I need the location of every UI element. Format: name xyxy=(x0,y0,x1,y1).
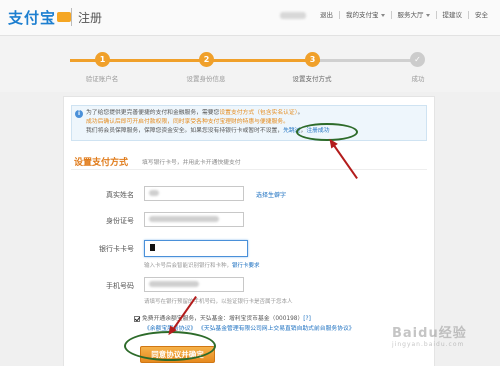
service-hall-label: 服务大厅 xyxy=(397,11,424,19)
progress-steps: 1 2 3 ✓ 验证账户名 设置身份信息 设置支付方式 成功 xyxy=(0,36,500,92)
agreement-checkbox[interactable] xyxy=(134,315,140,322)
top-header: 支付宝 注册 退出 我的支付宝 服务大厅 提建议 安全 xyxy=(0,0,500,36)
step-line-pending xyxy=(320,59,420,62)
step-2-label: 设置身份信息 xyxy=(186,75,226,83)
notice-line-1: 为了给您提供更完善便捷的支付和金融服务，需要您设置支付方式（包含实名认证）。 xyxy=(86,109,420,118)
phone-input[interactable] xyxy=(144,277,244,292)
notice-text-3: 我们将会员保障服务，保障您资金安全。如果您没有持银行卡或暂时不设置， xyxy=(86,128,284,134)
step-3-dot: 3 xyxy=(305,52,320,67)
agreement-row: 免费开通余额宝服务，天弘基金：增利宝货币基金（000198）[?] xyxy=(134,313,311,322)
username-blurred xyxy=(280,11,306,19)
logo-mark-icon xyxy=(57,12,72,22)
blurred-value xyxy=(149,281,199,287)
id-number-input[interactable] xyxy=(144,212,244,227)
info-icon: i xyxy=(75,110,83,118)
card-number-label: 银行卡卡号 xyxy=(99,245,134,253)
step-2-dot: 2 xyxy=(199,52,214,67)
id-number-label: 身份证号 xyxy=(106,217,134,225)
logo-text: 支付宝 xyxy=(8,8,57,27)
section-title: 设置支付方式 xyxy=(74,158,129,168)
step-1-dot: 1 xyxy=(95,52,110,67)
card-number-hint: 输入卡号后会智能识别银行和卡种，银行卡要求 xyxy=(144,261,260,269)
notice-line-3: 我们将会员保障服务，保障您资金安全。如果您没有持银行卡或暂时不设置，先跳过，注册… xyxy=(86,127,420,136)
watermark-main: Baidu经验 xyxy=(392,326,467,341)
chevron-down-icon xyxy=(380,13,385,17)
blurred-value xyxy=(149,190,159,196)
card-requirements-link[interactable]: 银行卡要求 xyxy=(232,263,260,269)
step-4-label: 成功 xyxy=(411,75,425,83)
step-4-check-icon: ✓ xyxy=(410,52,425,67)
watermark-sub: jingyan.baidu.com xyxy=(392,341,465,348)
rare-char-link[interactable]: 选择生僻字 xyxy=(256,190,286,199)
card-number-input[interactable] xyxy=(144,240,248,257)
help-link[interactable]: [?] xyxy=(303,316,311,322)
alipay-logo[interactable]: 支付宝 xyxy=(8,6,72,28)
real-name-input[interactable] xyxy=(144,186,244,201)
my-alipay-label: 我的支付宝 xyxy=(346,11,379,19)
card-hint-text: 输入卡号后会智能识别银行和卡种， xyxy=(144,263,233,269)
notice-highlight: 设置支付方式（包含实名认证） xyxy=(219,110,298,116)
tianhong-agreement-link[interactable]: 《天弘基金管理有限公司网上交易直销自助式前台服务协议》 xyxy=(198,326,355,332)
notice-text: 为了给您提供更完善便捷的支付和金融服务，需要您 xyxy=(86,110,220,116)
name-label: 真实姓名 xyxy=(106,191,134,199)
payment-setup-card: i 为了给您提供更完善便捷的支付和金融服务，需要您设置支付方式（包含实名认证）。… xyxy=(63,96,435,366)
service-hall-link[interactable]: 服务大厅 xyxy=(390,11,436,19)
baidu-watermark: Baidu经验 jingyan.baidu.com xyxy=(392,322,474,348)
info-notice: i 为了给您提供更完善便捷的支付和金融服务，需要您设置支付方式（包含实名认证）。… xyxy=(71,105,427,141)
section-divider xyxy=(71,169,427,170)
notice-line-2: 成功后确认后即可开启付款权限，同时享受各种支付宝理财的特惠与便捷服务。 xyxy=(86,119,289,125)
chevron-down-icon xyxy=(425,13,430,17)
security-link[interactable]: 安全 xyxy=(468,11,494,19)
phone-hint: 请填写在银行预留的手机号码，以验证银行卡是否属于您本人 xyxy=(144,299,293,305)
step-1-label: 验证账户名 xyxy=(85,75,119,83)
page-title: 注册 xyxy=(78,11,103,25)
top-nav: 退出 我的支付宝 服务大厅 提建议 安全 xyxy=(280,11,494,19)
logout-link[interactable]: 退出 xyxy=(314,11,339,19)
feedback-link[interactable]: 提建议 xyxy=(435,11,469,19)
my-alipay-link[interactable]: 我的支付宝 xyxy=(339,11,391,19)
section-subtitle: 填写银行卡号，并用此卡开通快捷支付 xyxy=(142,160,241,166)
step-3-label: 设置支付方式 xyxy=(292,75,332,83)
phone-label: 手机号码 xyxy=(106,282,134,290)
agreement-text: 免费开通余额宝服务，天弘基金：增利宝货币基金（000198） xyxy=(142,316,304,322)
notice-period: 。 xyxy=(297,110,304,116)
text-cursor xyxy=(150,243,155,251)
header-divider xyxy=(71,8,72,26)
blurred-value xyxy=(149,216,219,222)
annotation-oval-skip xyxy=(296,123,358,141)
